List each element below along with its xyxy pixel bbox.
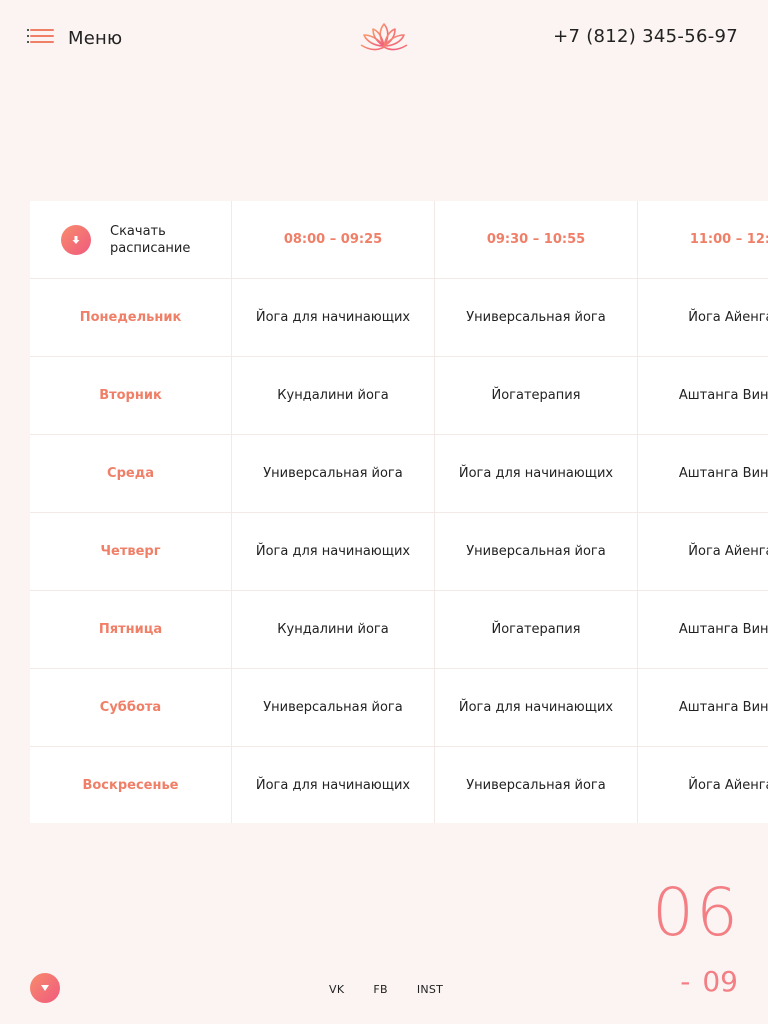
phone-number[interactable]: +7 (812) 345-56-97 bbox=[553, 26, 738, 47]
class-cell[interactable]: Йога для начинающих bbox=[435, 435, 637, 512]
inst-link[interactable]: INST bbox=[417, 983, 443, 996]
class-cell[interactable]: Универсальная йога bbox=[435, 513, 637, 590]
time-slot-header: 08:00 – 09:25 bbox=[232, 201, 434, 278]
schedule-grid: Скачать расписание 08:00 – 09:25 09:30 –… bbox=[30, 201, 768, 823]
time-slot-header: 11:00 – 12:25 bbox=[638, 201, 768, 278]
class-cell[interactable]: Аштанга Виньяса bbox=[638, 357, 768, 434]
day-label: Понедельник bbox=[30, 279, 231, 356]
download-arrow-icon bbox=[61, 224, 91, 255]
class-cell[interactable]: Йога для начинающих bbox=[435, 669, 637, 746]
counter-dash: - bbox=[680, 965, 691, 998]
class-cell[interactable]: Универсальная йога bbox=[232, 435, 434, 512]
day-label: Воскресенье bbox=[30, 747, 231, 823]
class-cell[interactable]: Йога для начинающих bbox=[232, 513, 434, 590]
download-schedule-button[interactable]: Скачать расписание bbox=[30, 201, 231, 278]
hamburger-icon bbox=[27, 29, 54, 47]
header: Меню +7 (812) 345-56-97 bbox=[0, 0, 768, 76]
menu-label: Меню bbox=[68, 27, 123, 49]
class-cell[interactable]: Йогатерапия bbox=[435, 591, 637, 668]
day-label: Вторник bbox=[30, 357, 231, 434]
class-cell[interactable]: Универсальная йога bbox=[435, 279, 637, 356]
chevron-down-icon bbox=[41, 985, 49, 991]
class-cell[interactable]: Йога Айенгара bbox=[638, 747, 768, 823]
scroll-down-button[interactable] bbox=[30, 973, 60, 1003]
menu-button[interactable]: Меню bbox=[27, 26, 123, 50]
day-label: Пятница bbox=[30, 591, 231, 668]
day-label: Четверг bbox=[30, 513, 231, 590]
class-cell[interactable]: Аштанга Виньяса bbox=[638, 669, 768, 746]
class-cell[interactable]: Универсальная йога bbox=[232, 669, 434, 746]
day-label: Среда bbox=[30, 435, 231, 512]
counter-total-value: 09 bbox=[702, 965, 738, 998]
fb-link[interactable]: FB bbox=[373, 983, 387, 996]
class-cell[interactable]: Аштанга Виньяса bbox=[638, 591, 768, 668]
time-slot-header: 09:30 – 10:55 bbox=[435, 201, 637, 278]
vk-link[interactable]: VK bbox=[329, 983, 344, 996]
class-cell[interactable]: Йога для начинающих bbox=[232, 747, 434, 823]
class-cell[interactable]: Йогатерапия bbox=[435, 357, 637, 434]
lotus-logo[interactable] bbox=[359, 20, 409, 54]
download-label: Скачать расписание bbox=[110, 223, 191, 256]
class-cell[interactable]: Йога Айенгара bbox=[638, 279, 768, 356]
class-cell[interactable]: Кундалини йога bbox=[232, 357, 434, 434]
schedule-table: Скачать расписание 08:00 – 09:25 09:30 –… bbox=[30, 201, 768, 823]
class-cell[interactable]: Йога Айенгара bbox=[638, 513, 768, 590]
class-cell[interactable]: Универсальная йога bbox=[435, 747, 637, 823]
class-cell[interactable]: Кундалини йога bbox=[232, 591, 434, 668]
slide-counter-total: -09 bbox=[680, 968, 738, 996]
slide-counter-current: 06 bbox=[652, 874, 740, 951]
class-cell[interactable]: Аштанга Виньяса bbox=[638, 435, 768, 512]
day-label: Суббота bbox=[30, 669, 231, 746]
class-cell[interactable]: Йога для начинающих bbox=[232, 279, 434, 356]
social-links: VK FB INST bbox=[329, 983, 443, 996]
